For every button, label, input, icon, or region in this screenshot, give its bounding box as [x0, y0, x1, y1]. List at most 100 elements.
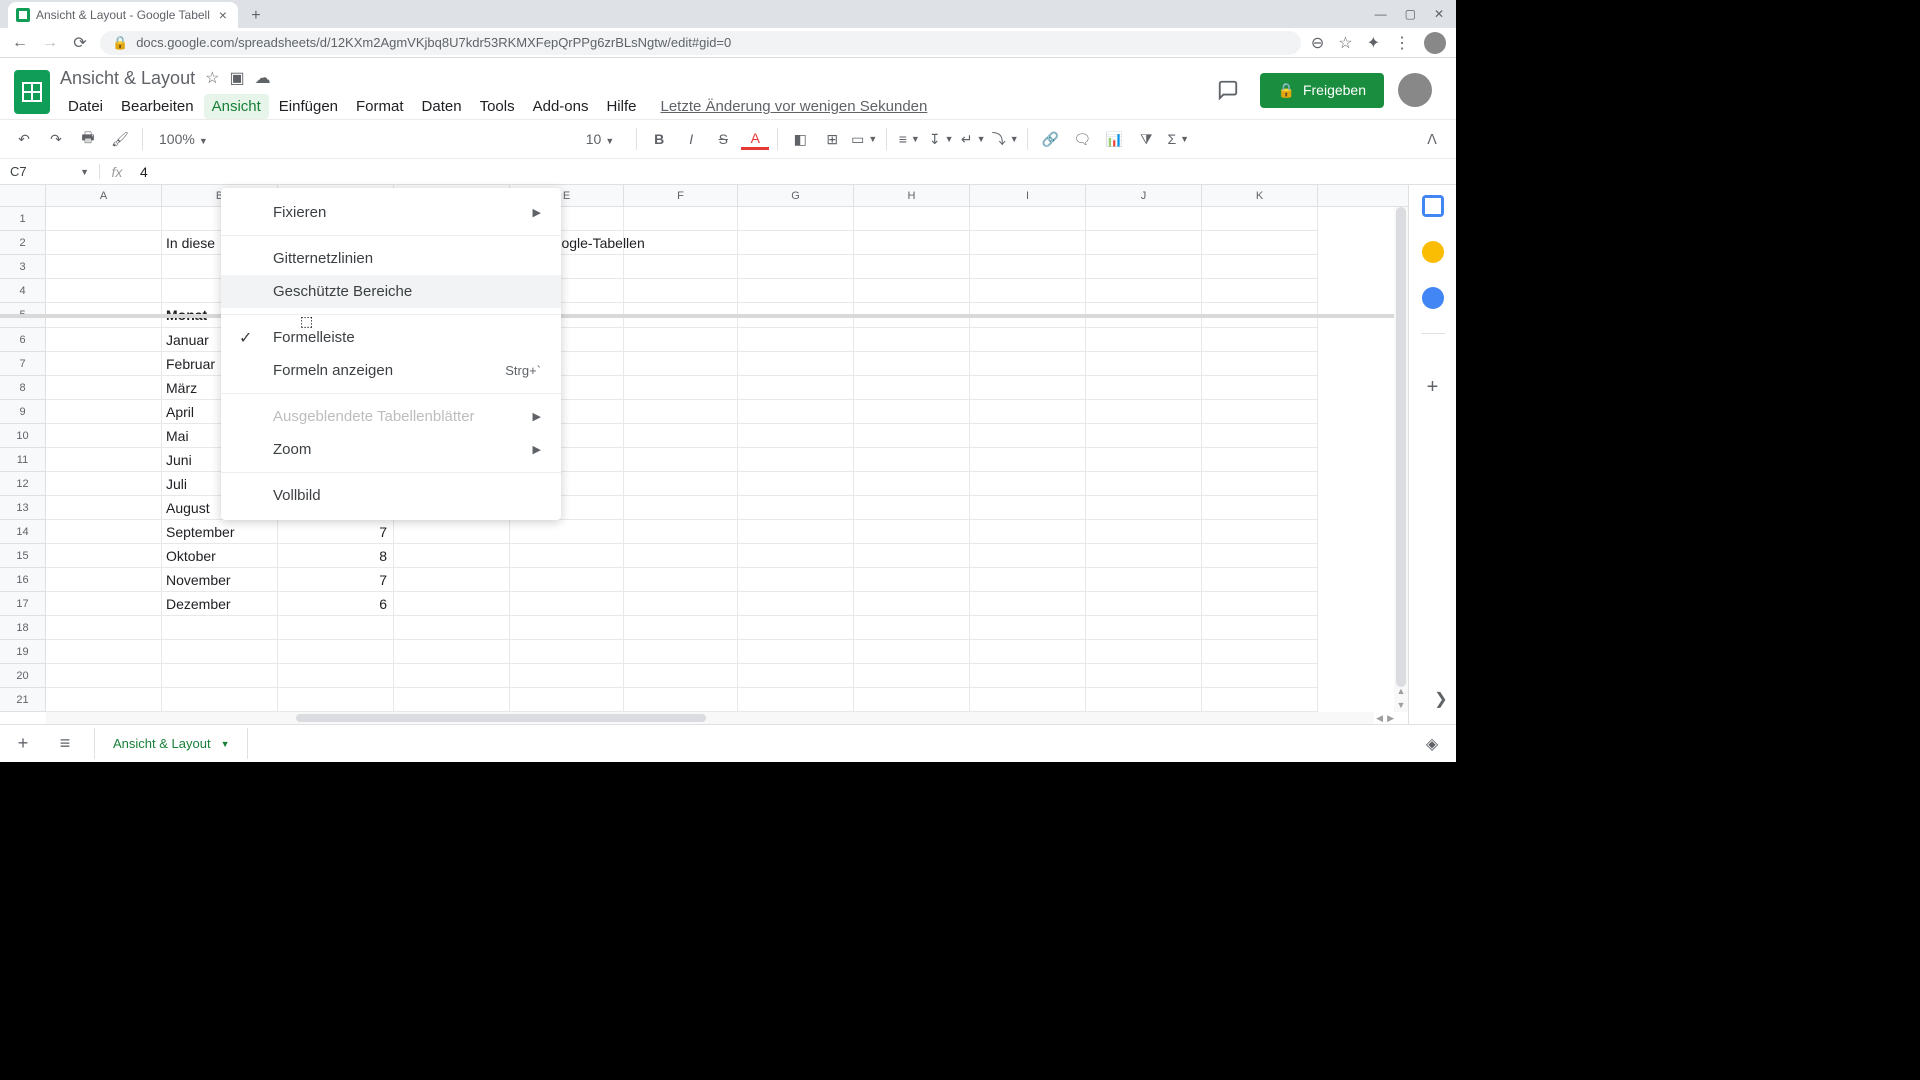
- row-header[interactable]: 15: [0, 544, 46, 568]
- row-header[interactable]: 6: [0, 328, 46, 352]
- cell[interactable]: [854, 640, 970, 664]
- cell[interactable]: [738, 472, 854, 496]
- scrollbar-thumb[interactable]: [296, 714, 706, 722]
- cell[interactable]: [1086, 472, 1202, 496]
- cell[interactable]: [1086, 352, 1202, 376]
- rotate-icon[interactable]: ⤵▼: [991, 125, 1019, 153]
- cell[interactable]: [854, 376, 970, 400]
- spreadsheet-grid[interactable]: A B C D E F G H I J K 12In dieseerer Goo…: [0, 185, 1408, 724]
- cell[interactable]: [162, 688, 278, 712]
- cell[interactable]: [46, 592, 162, 616]
- horizontal-scrollbar[interactable]: [46, 712, 1374, 724]
- chart-icon[interactable]: 📊: [1100, 125, 1128, 153]
- cell[interactable]: [1086, 448, 1202, 472]
- italic-icon[interactable]: I: [677, 125, 705, 153]
- back-button[interactable]: ←: [10, 33, 30, 53]
- cell[interactable]: [46, 207, 162, 231]
- cell[interactable]: [394, 640, 510, 664]
- col-header[interactable]: K: [1202, 185, 1318, 206]
- add-addon-icon[interactable]: +: [1427, 376, 1439, 399]
- row-header[interactable]: 13: [0, 496, 46, 520]
- cell[interactable]: [1202, 279, 1318, 303]
- cell[interactable]: [1202, 424, 1318, 448]
- scrollbar-thumb[interactable]: [1396, 207, 1406, 687]
- menu-zoom[interactable]: Zoom▶: [221, 433, 561, 466]
- cell[interactable]: [624, 496, 738, 520]
- cell[interactable]: [624, 352, 738, 376]
- cell[interactable]: [624, 640, 738, 664]
- cell[interactable]: [1202, 496, 1318, 520]
- cell[interactable]: [1086, 592, 1202, 616]
- cell[interactable]: [624, 400, 738, 424]
- cell[interactable]: [738, 400, 854, 424]
- url-field[interactable]: 🔒 docs.google.com/spreadsheets/d/12KXm2A…: [100, 31, 1301, 55]
- cell[interactable]: [854, 231, 970, 255]
- link-icon[interactable]: 🔗: [1036, 125, 1064, 153]
- cell[interactable]: [624, 616, 738, 640]
- cell[interactable]: [624, 688, 738, 712]
- row-header[interactable]: 12: [0, 472, 46, 496]
- cell[interactable]: [510, 568, 624, 592]
- cell[interactable]: [278, 688, 394, 712]
- cell[interactable]: [1202, 568, 1318, 592]
- cell[interactable]: [1202, 376, 1318, 400]
- cell[interactable]: [738, 592, 854, 616]
- cell[interactable]: [46, 279, 162, 303]
- cell[interactable]: [46, 448, 162, 472]
- row-header[interactable]: 18: [0, 616, 46, 640]
- cell[interactable]: [738, 544, 854, 568]
- cell[interactable]: [1202, 400, 1318, 424]
- cell[interactable]: [970, 376, 1086, 400]
- cell[interactable]: [738, 328, 854, 352]
- menu-view[interactable]: Ansicht: [204, 94, 269, 119]
- menu-show-formulas[interactable]: Formeln anzeigen Strg+`: [221, 354, 561, 387]
- scroll-down-icon[interactable]: ▼: [1394, 700, 1408, 712]
- cell[interactable]: [738, 448, 854, 472]
- cell[interactable]: [394, 592, 510, 616]
- cell[interactable]: [46, 352, 162, 376]
- cell[interactable]: [970, 424, 1086, 448]
- cell[interactable]: November: [162, 568, 278, 592]
- row-header[interactable]: 11: [0, 448, 46, 472]
- merge-cells-icon[interactable]: ▭▼: [850, 125, 878, 153]
- cell[interactable]: [510, 544, 624, 568]
- row-header[interactable]: 16: [0, 568, 46, 592]
- cell[interactable]: [162, 616, 278, 640]
- row-header[interactable]: 9: [0, 400, 46, 424]
- cell[interactable]: [1086, 207, 1202, 231]
- cell[interactable]: [854, 568, 970, 592]
- cell[interactable]: [1086, 688, 1202, 712]
- cell[interactable]: [46, 640, 162, 664]
- cell[interactable]: [624, 207, 738, 231]
- share-button[interactable]: 🔒 Freigeben: [1260, 73, 1384, 108]
- cell[interactable]: [394, 544, 510, 568]
- extensions-icon[interactable]: ✦: [1367, 33, 1380, 53]
- cell[interactable]: [394, 688, 510, 712]
- h-align-icon[interactable]: ≡▼: [895, 125, 923, 153]
- menu-insert[interactable]: Einfügen: [271, 94, 346, 119]
- row-header[interactable]: 8: [0, 376, 46, 400]
- cell[interactable]: [1086, 255, 1202, 279]
- document-title[interactable]: Ansicht & Layout: [60, 68, 195, 89]
- menu-fullscreen[interactable]: Vollbild: [221, 479, 561, 512]
- functions-icon[interactable]: Σ▼: [1164, 125, 1192, 153]
- cell[interactable]: [510, 640, 624, 664]
- cell[interactable]: 7: [278, 568, 394, 592]
- cell[interactable]: [1202, 207, 1318, 231]
- cell[interactable]: Dezember: [162, 592, 278, 616]
- cell[interactable]: [624, 448, 738, 472]
- cell[interactable]: [510, 664, 624, 688]
- cell[interactable]: [46, 664, 162, 688]
- cell[interactable]: [510, 592, 624, 616]
- menu-format[interactable]: Format: [348, 94, 412, 119]
- sheet-tab[interactable]: Ansicht & Layout ▼: [94, 728, 248, 759]
- cell[interactable]: [970, 640, 1086, 664]
- text-color-icon[interactable]: A: [741, 128, 769, 150]
- menu-icon[interactable]: ⋮: [1394, 33, 1410, 53]
- cell[interactable]: [854, 688, 970, 712]
- cell[interactable]: [46, 400, 162, 424]
- borders-icon[interactable]: ⊞: [818, 125, 846, 153]
- cell[interactable]: [970, 352, 1086, 376]
- cell[interactable]: [394, 664, 510, 688]
- cell[interactable]: [624, 376, 738, 400]
